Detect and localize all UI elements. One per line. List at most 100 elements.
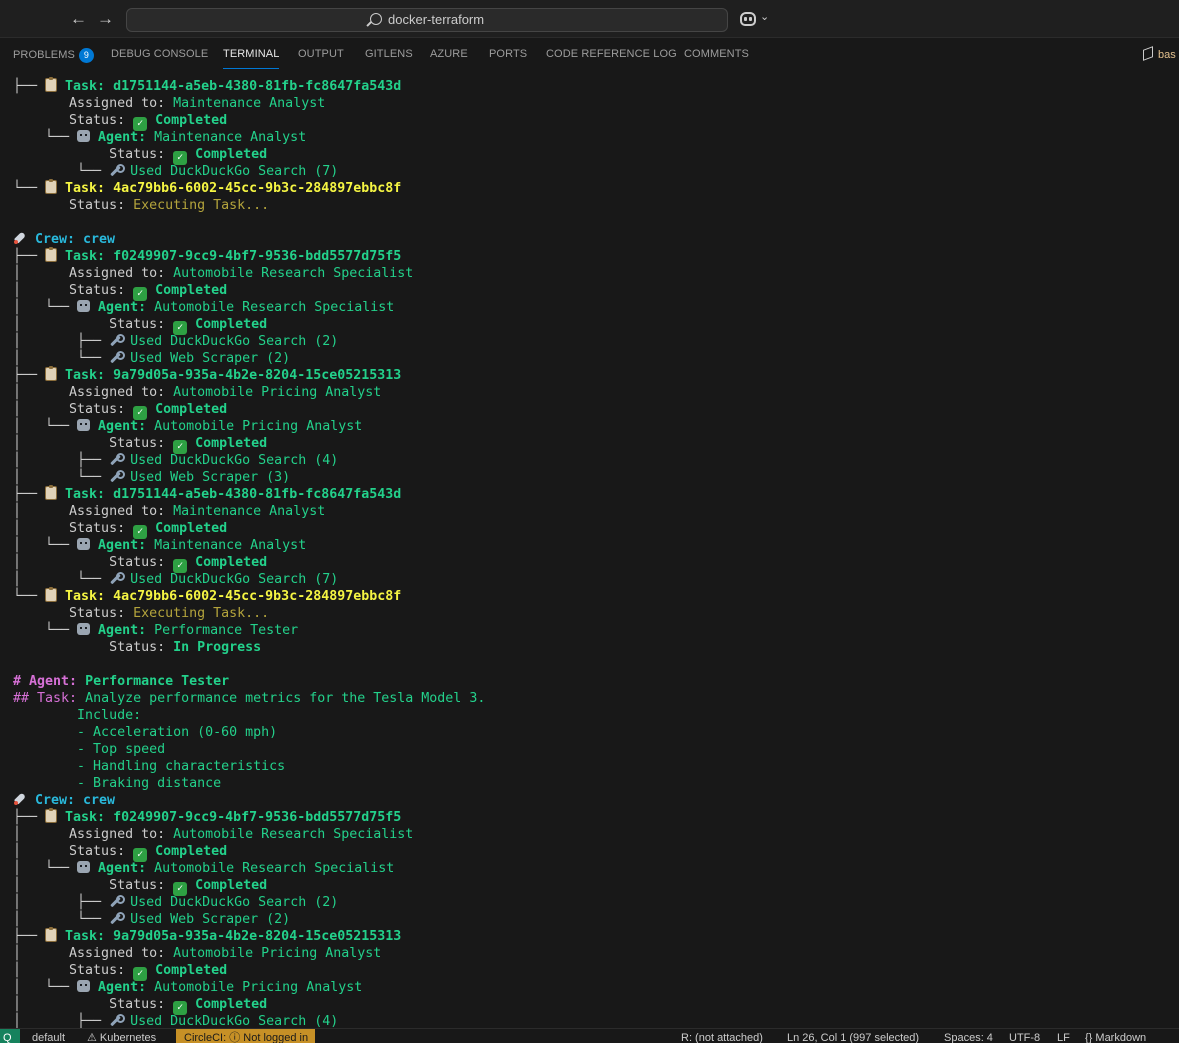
circleci-status[interactable]: CircleCI: ⓘ Not logged in <box>176 1029 316 1043</box>
terminal-text: Agent: <box>90 623 155 638</box>
terminal-line: │ Assigned to: Automobile Research Speci… <box>13 265 413 282</box>
terminal-text: │ ├── <box>13 453 110 468</box>
terminal-selector[interactable]: bas <box>1143 46 1176 61</box>
terminal-text: └── <box>13 164 110 179</box>
terminal-text: Completed <box>187 317 268 332</box>
terminal-line: │ Status: ✓ Completed <box>13 401 227 420</box>
kubernetes-status[interactable]: ⚠ Kubernetes <box>87 1032 156 1043</box>
terminal-text: Assigned to: <box>13 96 174 111</box>
terminal-text: │ Status: <box>13 521 134 536</box>
clipboard-icon <box>45 247 58 262</box>
clipboard-icon <box>45 179 58 194</box>
terminal-line: - Top speed <box>13 741 165 758</box>
remote-indicator[interactable]: Q <box>0 1029 20 1043</box>
terminal-text: - Braking distance <box>13 776 222 791</box>
terminal-text: ├── <box>13 810 46 825</box>
terminal-text: │ Status: <box>13 317 174 332</box>
terminal-text: Executing Task... <box>133 198 270 213</box>
tab-code-reference-log[interactable]: CODE REFERENCE LOG <box>546 48 677 60</box>
terminal-text: Agent: <box>90 861 155 876</box>
terminal-line: Crew: crew <box>13 792 115 809</box>
terminal-line: Include: <box>13 707 141 724</box>
profile-status[interactable]: default <box>32 1032 65 1043</box>
terminal-text: Performance Tester <box>154 623 299 638</box>
terminal-line: │ └── Agent: Automobile Pricing Analyst <box>13 979 362 996</box>
command-center-text: docker-terraform <box>388 12 485 27</box>
terminal-text: │ └── <box>13 300 78 315</box>
terminal-line: ## Task: Analyze performance metrics for… <box>13 690 485 707</box>
tab-output[interactable]: OUTPUT <box>298 48 344 60</box>
robot-icon <box>77 538 91 550</box>
terminal-text: Agent: <box>90 419 155 434</box>
terminal-text: Agent: <box>90 538 155 553</box>
terminal-line: │ └── Used Web Scraper (2) <box>13 350 290 367</box>
terminal-text: Used Web Scraper (3) <box>122 470 291 485</box>
robot-icon <box>77 980 91 992</box>
terminal-text: Agent: <box>90 300 155 315</box>
tab-gitlens[interactable]: GITLENS <box>365 48 413 60</box>
back-arrow-icon[interactable]: ← <box>70 9 87 29</box>
cube-icon <box>1143 46 1153 61</box>
rocket-icon <box>13 792 27 806</box>
terminal-text: │ Status: <box>13 555 174 570</box>
terminal-text: Task: 9a79d05a-935a-4b2e-8204-15ce052153… <box>57 368 402 383</box>
copilot-menu-button[interactable]: ⌄ <box>740 10 770 28</box>
indentation-status[interactable]: Spaces: 4 <box>944 1032 993 1043</box>
terminal-output[interactable]: ├── Task: d1751144-a5eb-4380-81fb-fc8647… <box>0 74 1179 1028</box>
tab-azure[interactable]: AZURE <box>430 48 468 60</box>
language-mode[interactable]: {} Markdown <box>1085 1032 1146 1043</box>
terminal-line: Assigned to: Maintenance Analyst <box>13 95 325 112</box>
terminal-text: ## Task: <box>13 691 86 706</box>
terminal-text: │ └── <box>13 351 110 366</box>
terminal-line: ├── Task: d1751144-a5eb-4380-81fb-fc8647… <box>13 485 401 503</box>
terminal-text: │ Status: <box>13 878 174 893</box>
tab-ports[interactable]: PORTS <box>489 48 527 60</box>
terminal-text: Status: <box>13 198 134 213</box>
eol-status[interactable]: LF <box>1057 1032 1070 1043</box>
terminal-text: - Acceleration (0-60 mph) <box>13 725 278 740</box>
tab-problems[interactable]: PROBLEMS 9 <box>13 48 94 63</box>
terminal-line: │ └── Used DuckDuckGo Search (7) <box>13 571 338 588</box>
terminal-line: ├── Task: 9a79d05a-935a-4b2e-8204-15ce05… <box>13 927 401 945</box>
attach-status[interactable]: R: (not attached) <box>681 1032 763 1043</box>
terminal-text: └── <box>13 181 46 196</box>
terminal-text: │ Status: <box>13 844 134 859</box>
forward-arrow-icon[interactable]: → <box>97 9 114 29</box>
terminal-line: │ Assigned to: Automobile Pricing Analys… <box>13 384 381 401</box>
terminal-text: Analyze performance metrics for the Tesl… <box>85 691 486 706</box>
tab-debug-console[interactable]: DEBUG CONSOLE <box>111 48 208 60</box>
terminal-text: ├── <box>13 249 46 264</box>
tab-terminal[interactable]: TERMINAL <box>223 48 280 69</box>
terminal-line: - Acceleration (0-60 mph) <box>13 724 277 741</box>
terminal-text: ├── <box>13 368 46 383</box>
terminal-text: │ └── <box>13 419 78 434</box>
terminal-text: Used DuckDuckGo Search (7) <box>122 572 339 587</box>
clipboard-icon <box>45 808 58 823</box>
terminal-line: │ Assigned to: Automobile Pricing Analys… <box>13 945 381 962</box>
clipboard-icon <box>45 927 58 942</box>
terminal-text: Automobile Research Specialist <box>154 861 395 876</box>
terminal-text: │ └── <box>13 538 78 553</box>
terminal-text: Used DuckDuckGo Search (4) <box>122 453 339 468</box>
terminal-text: Completed <box>187 997 268 1012</box>
terminal-text: │ Assigned to: <box>13 946 174 961</box>
clipboard-icon <box>45 485 58 500</box>
terminal-text: Completed <box>147 113 228 128</box>
terminal-text: ├── <box>13 79 46 94</box>
terminal-text: Used Web Scraper (2) <box>122 351 291 366</box>
tab-comments[interactable]: COMMENTS <box>684 48 749 60</box>
terminal-text: Completed <box>187 555 268 570</box>
robot-icon <box>77 300 91 312</box>
wrench-icon <box>109 572 126 585</box>
terminal-text: # Agent: <box>13 674 86 689</box>
terminal-text: Used DuckDuckGo Search (2) <box>122 334 339 349</box>
command-center-search[interactable]: docker-terraform <box>126 8 728 32</box>
encoding-status[interactable]: UTF-8 <box>1009 1032 1040 1043</box>
cursor-position[interactable]: Ln 26, Col 1 (997 selected) <box>787 1032 919 1043</box>
terminal-text: Automobile Pricing Analyst <box>154 419 363 434</box>
terminal-text: Automobile Research Specialist <box>173 266 414 281</box>
terminal-line: └── Agent: Performance Tester <box>13 622 298 639</box>
terminal-text: Automobile Pricing Analyst <box>173 385 382 400</box>
clipboard-icon <box>45 366 58 381</box>
panel-tab-bar: PROBLEMS 9 DEBUG CONSOLE TERMINAL OUTPUT … <box>0 38 1179 74</box>
